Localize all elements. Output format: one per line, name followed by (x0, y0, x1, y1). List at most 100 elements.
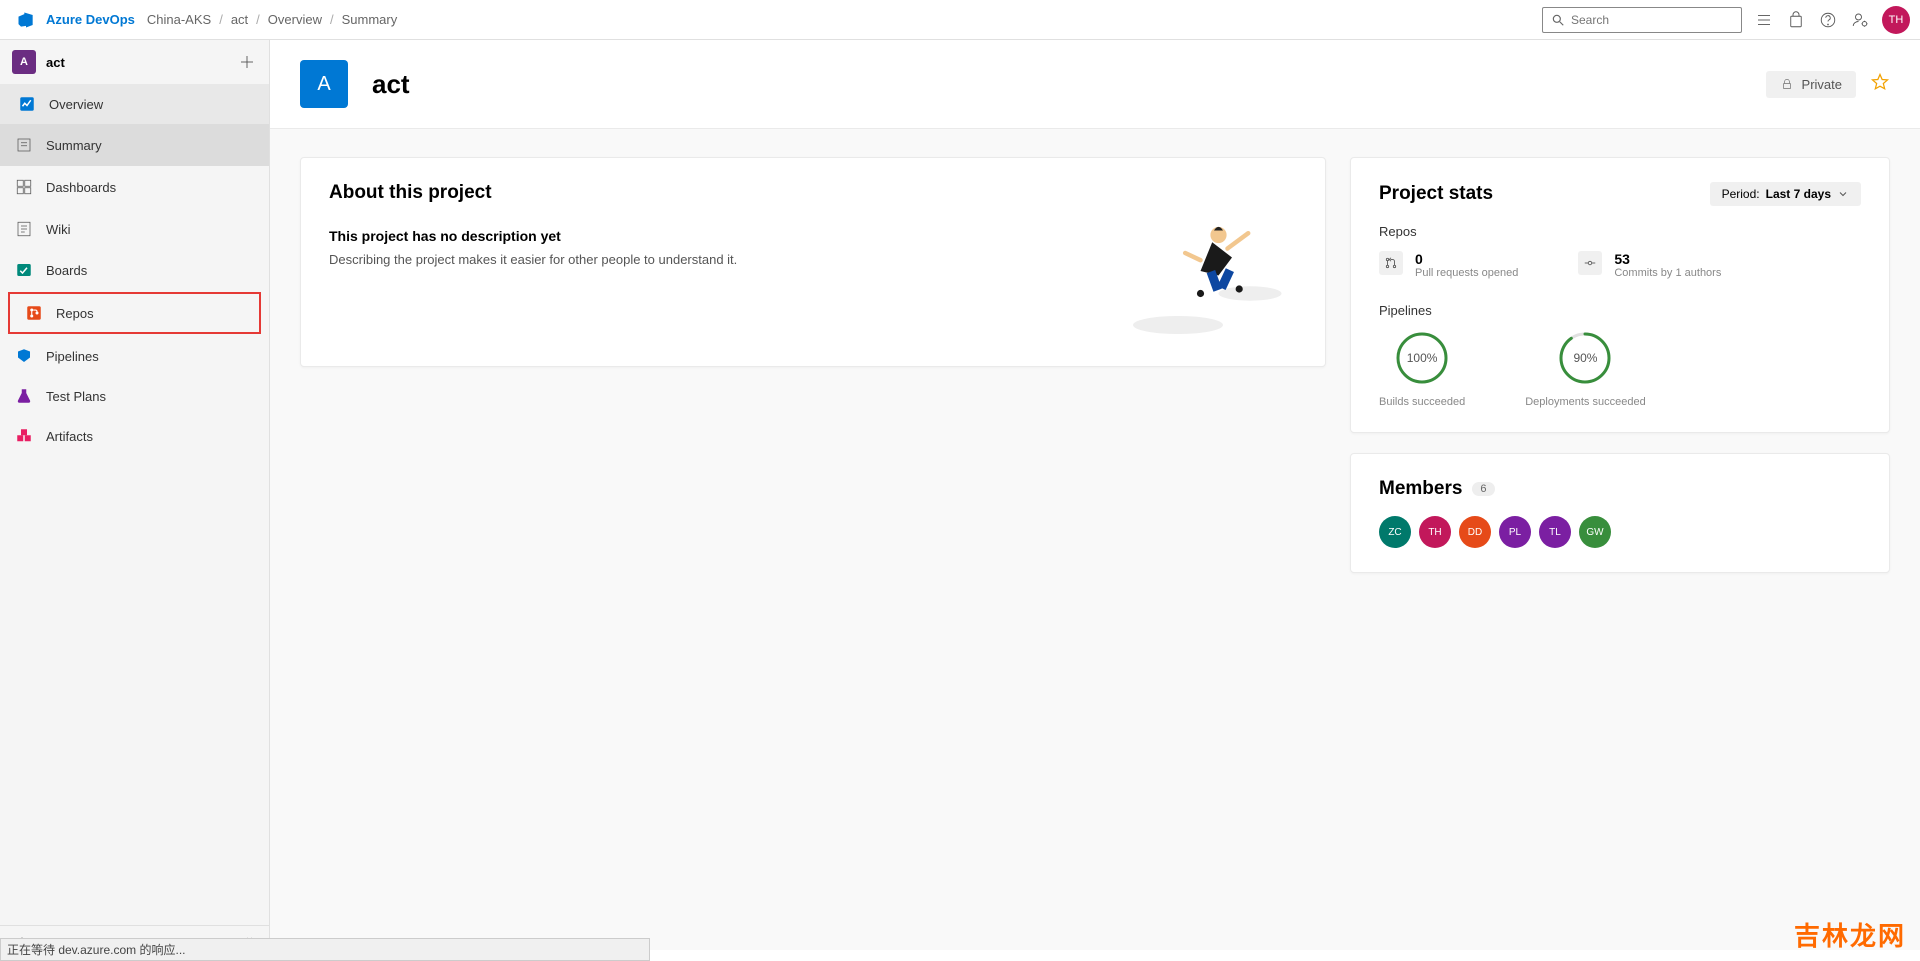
breadcrumb-item[interactable]: Summary (342, 12, 398, 27)
breadcrumb-item[interactable]: Overview (268, 12, 322, 27)
project-avatar: A (300, 60, 348, 108)
sidebar-item-summary[interactable]: Summary (0, 124, 269, 166)
members-list: ZCTHDDPLTLGW (1379, 516, 1861, 548)
sidebar-item-repos[interactable]: Repos (10, 294, 259, 332)
list-icon[interactable] (1754, 10, 1774, 30)
stats-title: Project stats (1379, 183, 1493, 205)
member-avatar[interactable]: GW (1579, 516, 1611, 548)
pipeline-stats: 100% Builds succeeded 90% Deployments su… (1379, 330, 1861, 408)
about-card: About this project This project has no d… (300, 157, 1326, 367)
visibility-label: Private (1802, 77, 1842, 92)
testplans-icon (14, 386, 34, 406)
nav-group: Overview Summary Dashboards Wiki Boards (0, 84, 269, 456)
sidebar: A act Overview Summary Dashboards Wiki (0, 40, 270, 961)
shopping-bag-icon[interactable] (1786, 10, 1806, 30)
period-selector[interactable]: Period: Last 7 days (1710, 182, 1861, 206)
member-avatar[interactable]: ZC (1379, 516, 1411, 548)
add-button[interactable] (237, 52, 257, 72)
project-mini-label[interactable]: act (46, 55, 227, 70)
member-avatar[interactable]: TL (1539, 516, 1571, 548)
members-header: Members 6 (1379, 478, 1861, 500)
summary-icon (14, 135, 34, 155)
sidebar-item-label: Repos (56, 306, 94, 321)
ring-value: 100% (1394, 330, 1450, 386)
deployments-ring: 90% Deployments succeeded (1525, 330, 1645, 408)
user-avatar[interactable]: TH (1882, 6, 1910, 34)
pipelines-section-label: Pipelines (1379, 303, 1861, 318)
member-avatar[interactable]: PL (1499, 516, 1531, 548)
search-box[interactable] (1542, 7, 1742, 33)
brand-label[interactable]: Azure DevOps (46, 12, 135, 27)
breadcrumb-item[interactable]: China-AKS (147, 12, 211, 27)
stat-label: Pull requests opened (1415, 267, 1518, 279)
content-header: A act Private (270, 40, 1920, 129)
wiki-icon (14, 219, 34, 239)
help-icon[interactable] (1818, 10, 1838, 30)
ring-value: 90% (1557, 330, 1613, 386)
stats-header: Project stats Period: Last 7 days (1379, 182, 1861, 206)
breadcrumb-item[interactable]: act (231, 12, 248, 27)
sidebar-item-pipelines[interactable]: Pipelines (0, 336, 269, 376)
member-avatar[interactable]: TH (1419, 516, 1451, 548)
project-title: act (372, 69, 410, 100)
members-card: Members 6 ZCTHDDPLTLGW (1350, 453, 1890, 573)
sidebar-item-label: Test Plans (46, 389, 106, 404)
lock-icon (1780, 77, 1794, 91)
stat-value: 0 (1415, 251, 1518, 267)
sidebar-item-overview[interactable]: Overview (0, 84, 269, 124)
period-value: Last 7 days (1766, 187, 1831, 201)
sidebar-item-boards[interactable]: Boards (0, 250, 269, 290)
sidebar-item-label: Overview (49, 97, 103, 112)
stat-commits: 53 Commits by 1 authors (1578, 251, 1721, 279)
period-label: Period: (1722, 187, 1760, 201)
watermark: 吉林龙网 (1794, 916, 1906, 953)
header-right: TH (1542, 6, 1910, 34)
builds-ring: 100% Builds succeeded (1379, 330, 1465, 408)
overview-icon (17, 94, 37, 114)
azure-devops-logo-icon[interactable] (16, 10, 36, 30)
browser-status-bar: 正在等待 dev.azure.com 的响应... (0, 938, 650, 961)
visibility-badge[interactable]: Private (1766, 71, 1856, 98)
content: A act Private About this project This pr… (270, 40, 1920, 961)
stat-label: Commits by 1 authors (1614, 267, 1721, 279)
pull-request-icon (1379, 251, 1403, 275)
header-left: Azure DevOps China-AKS/ act/ Overview/ S… (10, 10, 1542, 30)
boards-icon (14, 260, 34, 280)
user-settings-icon[interactable] (1850, 10, 1870, 30)
artifacts-icon (14, 426, 34, 446)
search-icon (1551, 13, 1565, 27)
repos-icon (24, 303, 44, 323)
about-title: About this project (329, 182, 1297, 204)
content-body: About this project This project has no d… (270, 129, 1920, 950)
members-title: Members (1379, 478, 1462, 500)
project-mini-avatar[interactable]: A (12, 50, 36, 74)
dashboard-icon (14, 177, 34, 197)
ring-caption: Deployments succeeded (1525, 396, 1645, 408)
ring-caption: Builds succeeded (1379, 396, 1465, 408)
stat-pull-requests: 0 Pull requests opened (1379, 251, 1518, 279)
member-avatar[interactable]: DD (1459, 516, 1491, 548)
stat-value: 53 (1614, 251, 1721, 267)
sidebar-item-dashboards[interactable]: Dashboards (0, 166, 269, 208)
breadcrumb: China-AKS/ act/ Overview/ Summary (147, 12, 397, 27)
content-header-right: Private (1766, 71, 1890, 98)
sidebar-item-label: Dashboards (46, 180, 116, 195)
sidebar-item-repos-highlight: Repos (8, 292, 261, 334)
favorite-button[interactable] (1870, 72, 1890, 97)
sidebar-item-testplans[interactable]: Test Plans (0, 376, 269, 416)
hero-illustration (1115, 208, 1295, 343)
search-input[interactable] (1571, 13, 1733, 27)
repo-stats: 0 Pull requests opened 53 Commits by 1 a… (1379, 251, 1861, 279)
sidebar-item-wiki[interactable]: Wiki (0, 208, 269, 250)
sidebar-item-label: Pipelines (46, 349, 99, 364)
main-wrapper: A act Overview Summary Dashboards Wiki (0, 40, 1920, 961)
stats-card: Project stats Period: Last 7 days Repos (1350, 157, 1890, 433)
sidebar-item-label: Summary (46, 138, 102, 153)
sidebar-item-artifacts[interactable]: Artifacts (0, 416, 269, 456)
repos-section-label: Repos (1379, 224, 1861, 239)
top-header: Azure DevOps China-AKS/ act/ Overview/ S… (0, 0, 1920, 40)
pipelines-icon (14, 346, 34, 366)
members-count: 6 (1472, 482, 1494, 496)
commit-icon (1578, 251, 1602, 275)
sidebar-item-label: Wiki (46, 222, 71, 237)
